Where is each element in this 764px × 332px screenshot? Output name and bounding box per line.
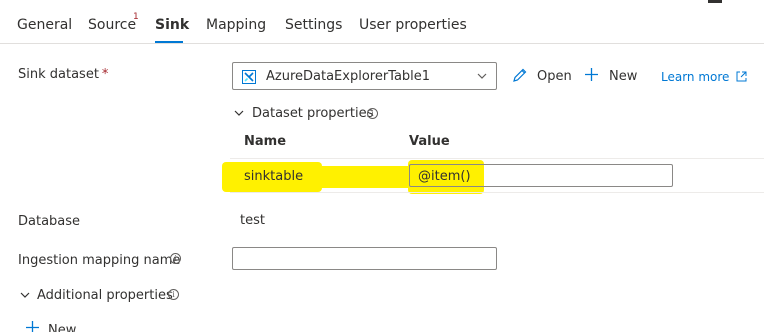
name-column-header: Name (244, 134, 287, 149)
additional-properties-chevron-icon[interactable] (19, 289, 31, 305)
info-icon[interactable]: i (170, 253, 181, 264)
database-label: Database (18, 214, 81, 229)
sink-dataset-selected-value: AzureDataExplorerTable1 (266, 69, 431, 84)
chevron-down-icon (476, 70, 488, 86)
dataset-properties-label[interactable]: Dataset properties (252, 106, 373, 121)
tab-bar: General Source 1 Sink Mapping Settings U… (0, 0, 764, 44)
tab-sink[interactable]: Sink (155, 17, 189, 33)
additional-properties-label[interactable]: Additional properties (37, 288, 173, 303)
info-icon[interactable]: i (367, 108, 378, 119)
new-additional-property-button[interactable]: New (48, 323, 76, 332)
active-tab-indicator (155, 41, 183, 43)
plus-icon[interactable] (584, 67, 599, 86)
external-link-icon (736, 71, 747, 82)
window-control-mark (708, 0, 722, 3)
property-name-cell: sinktable (244, 169, 304, 184)
new-dataset-button[interactable]: New (609, 69, 637, 84)
sink-dataset-label-text: Sink dataset (18, 67, 99, 82)
ingestion-mapping-input[interactable] (232, 247, 497, 270)
property-value-input[interactable]: @item() (409, 164, 673, 187)
tab-source-error-badge: 1 (133, 12, 139, 22)
sink-dataset-select[interactable]: AzureDataExplorerTable1 (232, 62, 497, 90)
learn-more-link[interactable]: Learn more (661, 70, 747, 84)
property-value-text: @item() (418, 169, 471, 184)
tab-settings[interactable]: Settings (285, 17, 342, 33)
grid-divider (230, 158, 764, 159)
info-icon[interactable]: i (168, 289, 179, 300)
sink-dataset-label: Sink dataset * (18, 67, 108, 82)
tab-source[interactable]: Source (88, 17, 136, 33)
required-marker: * (101, 67, 109, 82)
tab-general[interactable]: General (17, 17, 72, 33)
edit-pencil-icon[interactable] (512, 67, 528, 87)
learn-more-text: Learn more (661, 70, 730, 84)
grid-divider (230, 192, 764, 193)
value-column-header: Value (409, 134, 450, 149)
highlight-mark-bridge (300, 166, 420, 188)
azure-data-explorer-icon (242, 70, 256, 88)
dataset-properties-chevron-icon[interactable] (233, 107, 245, 123)
database-value: test (240, 213, 265, 228)
ingestion-mapping-label: Ingestion mapping name (18, 253, 181, 268)
tab-user-properties[interactable]: User properties (359, 17, 467, 33)
plus-icon[interactable] (25, 320, 40, 332)
open-dataset-button[interactable]: Open (537, 69, 572, 84)
tab-mapping[interactable]: Mapping (206, 17, 266, 33)
